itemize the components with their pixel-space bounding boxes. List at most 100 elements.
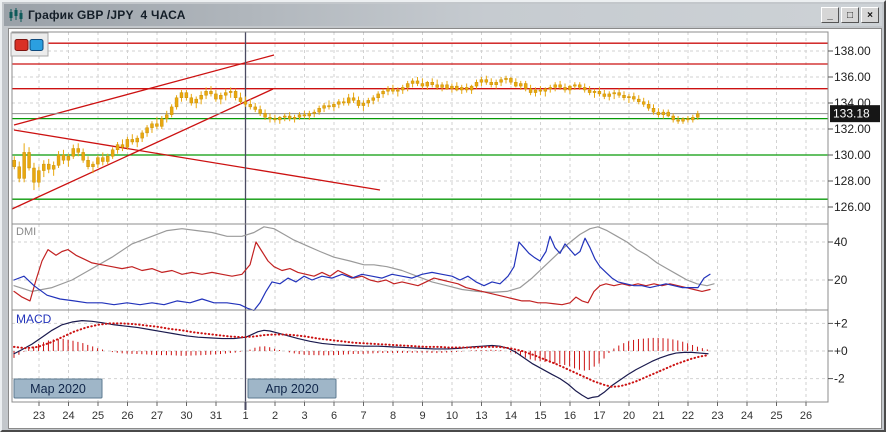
candle-body	[169, 106, 174, 115]
candle-body	[371, 97, 375, 101]
close-button[interactable]: ×	[861, 7, 879, 23]
candle-body	[450, 85, 454, 89]
candle-body	[327, 105, 331, 108]
date-axis-label: 27	[151, 410, 163, 422]
date-axis-label: 13	[475, 410, 487, 422]
dmi-panel-label: DMI	[16, 226, 36, 238]
maximize-button[interactable]: □	[841, 7, 859, 23]
candle-body	[155, 123, 159, 127]
candle-body	[86, 159, 90, 167]
price-axis-label: 136.00	[834, 70, 871, 84]
candle-body	[342, 101, 346, 104]
candle-body	[263, 113, 267, 118]
candle-body	[396, 89, 400, 92]
candle-body	[189, 97, 194, 104]
candle-body	[317, 107, 321, 113]
current-price-badge-label: 133.18	[833, 107, 870, 121]
candle-body	[101, 157, 105, 162]
candle-body	[32, 167, 36, 183]
candle-body	[538, 89, 543, 92]
candle-body	[386, 88, 390, 92]
candle-body	[558, 84, 562, 88]
candle-body	[248, 104, 253, 108]
candle-body	[273, 118, 277, 121]
candle-body	[125, 139, 130, 148]
candle-body	[445, 84, 449, 89]
date-axis-label: 24	[62, 410, 74, 422]
minimize-button[interactable]: _	[821, 7, 839, 23]
candle-body	[548, 87, 552, 89]
candle-body	[174, 97, 179, 108]
candle-body	[666, 111, 670, 117]
candle-body	[302, 114, 307, 117]
candle-body	[563, 87, 567, 91]
candle-body	[514, 81, 518, 87]
candle-body	[597, 91, 602, 95]
candle-body	[224, 92, 228, 96]
candle-body	[351, 97, 356, 101]
candle-body	[51, 165, 56, 170]
candle-body	[17, 166, 21, 179]
title-bar[interactable]: График GBP /JPY 4 ЧАСА _ □ ×	[4, 4, 882, 26]
candle-body	[332, 104, 336, 108]
candle-body	[194, 98, 198, 104]
candle-body	[287, 115, 292, 119]
candle-body	[115, 144, 120, 151]
candle-body	[61, 154, 66, 161]
candle-body	[233, 91, 238, 99]
candle-body	[366, 100, 371, 104]
red-tool-button[interactable]	[14, 39, 29, 51]
candle-body	[484, 79, 489, 83]
candle-body	[381, 91, 385, 95]
month-badge-label: Мар 2020	[30, 382, 86, 396]
dmi-axis-label: 40	[834, 235, 848, 249]
date-axis-label: 21	[652, 410, 664, 422]
candle-body	[474, 81, 479, 87]
app-window: График GBP /JPY 4 ЧАСА _ □ × DMI MACD Мар …	[0, 0, 886, 432]
macd-axis-label: +2	[834, 316, 848, 330]
candle-body	[632, 96, 636, 100]
candle-body	[489, 81, 493, 85]
candle-body	[376, 93, 380, 99]
candle-body	[361, 102, 366, 106]
candlestick-chart-icon	[8, 7, 24, 23]
macd-axis-label: -2	[834, 372, 845, 386]
date-axis-label: 23	[33, 410, 45, 422]
candle-body	[391, 88, 395, 92]
candle-body	[543, 88, 548, 92]
blue-tool-button[interactable]	[29, 39, 44, 51]
date-axis-label: 20	[623, 410, 635, 422]
candle-body	[617, 92, 621, 96]
candle-body	[76, 148, 80, 153]
candle-body	[238, 97, 243, 102]
candle-body	[140, 132, 144, 139]
candle-body	[582, 87, 587, 91]
candle-body	[165, 114, 169, 119]
candle-body	[622, 94, 626, 98]
candle-body	[179, 92, 184, 98]
candle-body	[56, 154, 61, 166]
dmi-axis-label: 20	[834, 273, 848, 287]
date-axis-label: 25	[770, 410, 782, 422]
date-axis-label: 24	[741, 410, 753, 422]
price-axis-label: 138.00	[834, 44, 871, 58]
date-axis-label: 8	[390, 410, 396, 422]
date-axis-label: 15	[534, 410, 546, 422]
date-axis-label: 14	[505, 410, 517, 422]
date-axis-label: 31	[210, 410, 222, 422]
candle-body	[258, 109, 262, 114]
candle-body	[130, 139, 135, 143]
chart-canvas[interactable]: DMIMACDМар 2020 Апр 2020138.00136.00134.0…	[10, 30, 881, 427]
date-axis-label: 23	[711, 410, 723, 422]
candle-body	[686, 118, 690, 121]
candle-body	[420, 83, 425, 87]
candle-body	[47, 163, 51, 170]
candle-body	[297, 114, 302, 118]
candle-body	[253, 106, 257, 110]
candle-body	[435, 84, 439, 88]
candle-body	[405, 83, 410, 88]
candle-body	[519, 83, 523, 87]
candle-body	[578, 84, 582, 88]
candle-body	[106, 156, 110, 162]
candle-body	[110, 149, 115, 157]
